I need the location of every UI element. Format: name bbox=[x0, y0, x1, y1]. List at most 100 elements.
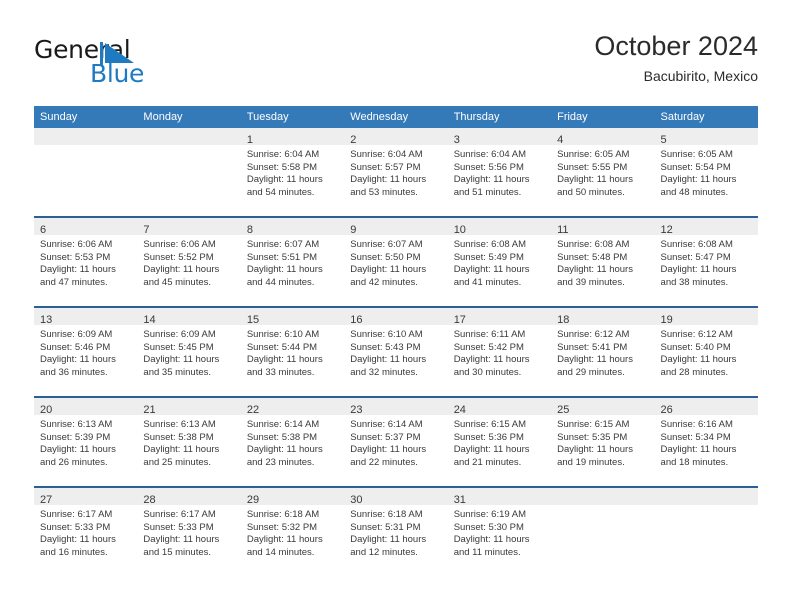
sunset-text: Sunset: 5:40 PM bbox=[660, 341, 731, 353]
day-cell[interactable]: 9 Sunrise: 6:07 AM Sunset: 5:50 PM Dayli… bbox=[344, 216, 448, 307]
calendar-body: 1 Sunrise: 6:04 AM Sunset: 5:58 PM Dayli… bbox=[34, 128, 758, 576]
daylight-text-line1: Daylight: 11 hours bbox=[246, 174, 323, 186]
daylight-text-line2: and 35 minutes. bbox=[143, 366, 212, 378]
day-cell[interactable]: 18 Sunrise: 6:12 AM Sunset: 5:41 PM Dayl… bbox=[551, 306, 655, 397]
daybox: 9 Sunrise: 6:07 AM Sunset: 5:50 PM Dayli… bbox=[344, 218, 448, 306]
daybox: 1 Sunrise: 6:04 AM Sunset: 5:58 PM Dayli… bbox=[240, 128, 345, 216]
daylight-text-line2: and 16 minutes. bbox=[40, 546, 108, 558]
brand-logo[interactable]: General Blue bbox=[34, 36, 264, 90]
day-cell[interactable]: 17 Sunrise: 6:11 AM Sunset: 5:42 PM Dayl… bbox=[447, 306, 552, 397]
sunset-text: Sunset: 5:35 PM bbox=[557, 431, 628, 443]
day-cell[interactable]: 22 Sunrise: 6:14 AM Sunset: 5:38 PM Dayl… bbox=[240, 396, 345, 487]
day-info: Sunrise: 6:17 AM Sunset: 5:33 PM Dayligh… bbox=[137, 505, 240, 559]
daylight-text-line1: Daylight: 11 hours bbox=[660, 444, 737, 456]
day-cell[interactable]: 16 Sunrise: 6:10 AM Sunset: 5:43 PM Dayl… bbox=[344, 306, 448, 397]
weekday-header-monday: Monday bbox=[137, 106, 241, 128]
daybox: 2 Sunrise: 6:04 AM Sunset: 5:57 PM Dayli… bbox=[344, 128, 448, 216]
day-info: Sunrise: 6:11 AM Sunset: 5:42 PM Dayligh… bbox=[448, 325, 551, 379]
daylight-text-line2: and 23 minutes. bbox=[246, 456, 315, 468]
daylight-text-line1: Daylight: 11 hours bbox=[246, 264, 323, 276]
day-cell[interactable]: 3 Sunrise: 6:04 AM Sunset: 5:56 PM Dayli… bbox=[447, 128, 552, 217]
daylight-text-line2: and 29 minutes. bbox=[557, 366, 625, 378]
day-cell[interactable]: 23 Sunrise: 6:14 AM Sunset: 5:37 PM Dayl… bbox=[344, 396, 448, 487]
day-cell[interactable]: 1 Sunrise: 6:04 AM Sunset: 5:58 PM Dayli… bbox=[240, 128, 345, 217]
daybox: 19 Sunrise: 6:12 AM Sunset: 5:40 PM Dayl… bbox=[654, 308, 758, 396]
day-cell[interactable]: 28 Sunrise: 6:17 AM Sunset: 5:33 PM Dayl… bbox=[137, 486, 241, 576]
day-number: 22 bbox=[246, 404, 260, 416]
weekday-header-wednesday: Wednesday bbox=[344, 106, 448, 128]
day-cell[interactable]: 14 Sunrise: 6:09 AM Sunset: 5:45 PM Dayl… bbox=[137, 306, 241, 397]
page-title: October 2024 bbox=[594, 31, 758, 61]
page-header: General Blue October 2024 Bacubirito, Me… bbox=[0, 0, 792, 96]
day-cell[interactable]: 31 Sunrise: 6:19 AM Sunset: 5:30 PM Dayl… bbox=[447, 486, 552, 576]
day-number: 9 bbox=[350, 224, 357, 236]
day-cell[interactable]: 24 Sunrise: 6:15 AM Sunset: 5:36 PM Dayl… bbox=[447, 396, 552, 487]
daylight-text-line1: Daylight: 11 hours bbox=[453, 354, 530, 366]
day-cell[interactable]: 2 Sunrise: 6:04 AM Sunset: 5:57 PM Dayli… bbox=[344, 128, 448, 217]
day-cell[interactable]: 10 Sunrise: 6:08 AM Sunset: 5:49 PM Dayl… bbox=[447, 216, 552, 307]
day-cell[interactable]: 5 Sunrise: 6:05 AM Sunset: 5:54 PM Dayli… bbox=[654, 128, 758, 217]
day-cell[interactable]: 30 Sunrise: 6:18 AM Sunset: 5:31 PM Dayl… bbox=[344, 486, 448, 576]
sunrise-text: Sunrise: 6:04 AM bbox=[246, 149, 320, 160]
day-cell[interactable]: 26 Sunrise: 6:16 AM Sunset: 5:34 PM Dayl… bbox=[654, 396, 758, 487]
daylight-text-line2: and 47 minutes. bbox=[40, 276, 108, 288]
sunrise-text: Sunrise: 6:04 AM bbox=[453, 149, 527, 160]
sunset-text: Sunset: 5:38 PM bbox=[143, 431, 214, 443]
daybox: 17 Sunrise: 6:11 AM Sunset: 5:42 PM Dayl… bbox=[447, 308, 552, 396]
day-cell[interactable] bbox=[654, 486, 758, 576]
sunset-text: Sunset: 5:30 PM bbox=[453, 521, 524, 533]
sunset-text: Sunset: 5:45 PM bbox=[143, 341, 214, 353]
daynum-band: 18 bbox=[551, 308, 655, 326]
day-cell[interactable]: 29 Sunrise: 6:18 AM Sunset: 5:32 PM Dayl… bbox=[240, 486, 345, 576]
daynum-band: 4 bbox=[551, 128, 655, 146]
sunrise-text: Sunrise: 6:15 AM bbox=[557, 419, 630, 430]
day-cell[interactable]: 4 Sunrise: 6:05 AM Sunset: 5:55 PM Dayli… bbox=[551, 128, 655, 217]
day-cell[interactable]: 19 Sunrise: 6:12 AM Sunset: 5:40 PM Dayl… bbox=[654, 306, 758, 397]
daylight-text-line2: and 32 minutes. bbox=[350, 366, 418, 378]
day-number: 19 bbox=[660, 314, 673, 326]
sunset-text: Sunset: 5:43 PM bbox=[350, 341, 421, 353]
daylight-text-line2: and 30 minutes. bbox=[453, 366, 522, 378]
day-number: 18 bbox=[557, 314, 570, 326]
daylight-text-line1: Daylight: 11 hours bbox=[246, 444, 323, 456]
calendar-page: General Blue October 2024 Bacubirito, Me… bbox=[0, 0, 792, 612]
day-cell[interactable]: 27 Sunrise: 6:17 AM Sunset: 5:33 PM Dayl… bbox=[34, 486, 138, 576]
day-number: 27 bbox=[40, 494, 53, 506]
day-info: Sunrise: 6:05 AM Sunset: 5:55 PM Dayligh… bbox=[551, 145, 654, 199]
week-row: 20 Sunrise: 6:13 AM Sunset: 5:39 PM Dayl… bbox=[34, 396, 758, 487]
day-cell[interactable] bbox=[551, 486, 655, 576]
sunrise-text: Sunrise: 6:18 AM bbox=[350, 509, 423, 520]
daylight-text-line1: Daylight: 11 hours bbox=[143, 264, 220, 276]
day-cell[interactable] bbox=[137, 128, 241, 217]
day-cell[interactable]: 20 Sunrise: 6:13 AM Sunset: 5:39 PM Dayl… bbox=[34, 396, 138, 487]
day-number: 26 bbox=[660, 404, 673, 416]
daylight-text-line2: and 11 minutes. bbox=[453, 546, 521, 558]
sunrise-text: Sunrise: 6:10 AM bbox=[246, 329, 320, 340]
day-cell[interactable]: 12 Sunrise: 6:08 AM Sunset: 5:47 PM Dayl… bbox=[654, 216, 758, 307]
daybox: 4 Sunrise: 6:05 AM Sunset: 5:55 PM Dayli… bbox=[551, 128, 655, 216]
daybox bbox=[551, 488, 655, 576]
day-cell[interactable]: 8 Sunrise: 6:07 AM Sunset: 5:51 PM Dayli… bbox=[240, 216, 345, 307]
day-number: 2 bbox=[350, 134, 357, 146]
sunrise-text: Sunrise: 6:15 AM bbox=[453, 419, 527, 430]
day-cell[interactable]: 6 Sunrise: 6:06 AM Sunset: 5:53 PM Dayli… bbox=[34, 216, 138, 307]
sunset-text: Sunset: 5:33 PM bbox=[143, 521, 214, 533]
day-number: 16 bbox=[350, 314, 363, 326]
week-row: 6 Sunrise: 6:06 AM Sunset: 5:53 PM Dayli… bbox=[34, 216, 758, 307]
day-cell[interactable]: 11 Sunrise: 6:08 AM Sunset: 5:48 PM Dayl… bbox=[551, 216, 655, 307]
day-cell[interactable]: 15 Sunrise: 6:10 AM Sunset: 5:44 PM Dayl… bbox=[240, 306, 345, 397]
day-cell[interactable]: 21 Sunrise: 6:13 AM Sunset: 5:38 PM Dayl… bbox=[137, 396, 241, 487]
sunset-text: Sunset: 5:56 PM bbox=[453, 161, 524, 173]
daylight-text-line2: and 51 minutes. bbox=[453, 186, 522, 198]
day-cell[interactable]: 7 Sunrise: 6:06 AM Sunset: 5:52 PM Dayli… bbox=[137, 216, 241, 307]
daylight-text-line2: and 36 minutes. bbox=[40, 366, 108, 378]
day-cell[interactable] bbox=[34, 128, 138, 217]
day-number: 15 bbox=[246, 314, 260, 326]
day-cell[interactable]: 25 Sunrise: 6:15 AM Sunset: 5:35 PM Dayl… bbox=[551, 396, 655, 487]
day-cell[interactable]: 13 Sunrise: 6:09 AM Sunset: 5:46 PM Dayl… bbox=[34, 306, 138, 397]
sunrise-text: Sunrise: 6:09 AM bbox=[40, 329, 113, 340]
daynum-band: 2 bbox=[344, 128, 448, 146]
daybox: 22 Sunrise: 6:14 AM Sunset: 5:38 PM Dayl… bbox=[240, 398, 345, 486]
sunset-text: Sunset: 5:55 PM bbox=[557, 161, 628, 173]
day-number: 13 bbox=[40, 314, 53, 326]
